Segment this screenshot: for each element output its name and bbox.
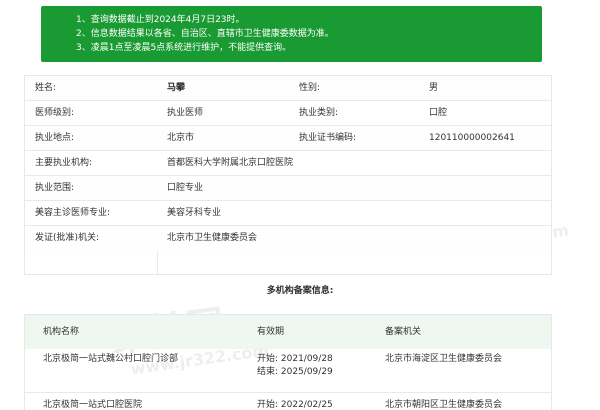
name-value: 马攀 [167,83,186,93]
institution-value: 首都医科大学附属北京口腔医院 [167,158,294,168]
profile-row: 美容主诊医师专业: 美容牙科专业 [25,201,551,226]
profile-row: 姓名: 马攀 性别: 男 [25,76,551,101]
header-validity: 有效期 [257,327,285,337]
gender-label: 性别: [299,83,321,93]
institution-name: 北京极简一站式口腔医院 [43,400,143,410]
issuer-label: 发证(批准)机关: [35,233,100,243]
notice-banner: 1、查询数据截止到2024年4月7日23时。 2、信息数据结果以各省、自治区、直… [41,6,542,62]
location-label: 执业地点: [35,133,75,143]
institution-name: 北京极简一站式魏公村口腔门诊部 [43,354,179,364]
profile-row: 医师级别: 执业医师 执业类别: 口腔 [25,101,551,126]
level-value: 执业医师 [167,108,204,118]
scope-value: 口腔专业 [167,183,204,193]
cosmetic-specialty-label: 美容主诊医师专业: [35,208,111,218]
issuer-value: 北京市卫生健康委员会 [167,233,258,243]
name-label: 姓名: [35,83,57,93]
profile-row: 执业地点: 北京市 执业证书编码: 120110000002641 [25,126,551,151]
validity-start: 开始: 2022/02/25 [257,400,333,410]
table-row: 北京极简一站式口腔医院 开始: 2022/02/25 北京市朝阳区卫生健康委员会 [25,393,551,410]
location-value: 北京市 [167,133,195,143]
profile-row: 发证(批准)机关: 北京市卫生健康委员会 [25,226,551,251]
cosmetic-specialty-value: 美容牙科专业 [167,208,222,218]
notice-line-3: 3、凌晨1点至凌晨5点系统进行维护，不能提供查询。 [76,43,292,53]
institution-label: 主要执业机构: [35,158,93,168]
license-label: 执业证书编码: [299,133,357,143]
profile-row: 主要执业机构: 首都医科大学附属北京口腔医院 [25,151,551,176]
multi-institution-title: 多机构备案信息: [266,286,334,296]
header-agency: 备案机关 [385,327,422,337]
multi-institution-table: 机构名称 有效期 备案机关 北京极简一站式魏公村口腔门诊部 开始: 2021/0… [24,314,552,410]
scope-label: 执业范围: [35,183,75,193]
level-label: 医师级别: [35,108,75,118]
category-value: 口腔 [429,108,448,118]
profile-row: 执业范围: 口腔专业 [25,176,551,201]
license-value: 120110000002641 [429,133,515,143]
header-institution: 机构名称 [43,327,80,337]
table-row: 北京极简一站式魏公村口腔门诊部 开始: 2021/09/28 结束: 2025/… [25,349,551,393]
notice-line-2: 2、信息数据结果以各省、自治区、直辖市卫生健康委数据为准。 [76,29,334,39]
doctor-profile-table: 姓名: 马攀 性别: 男 医师级别: 执业医师 执业类别: 口腔 执业地点: 北… [24,75,552,275]
notice-line-1: 1、查询数据截止到2024年4月7日23时。 [76,15,245,25]
gender-value: 男 [429,83,439,93]
table-header: 机构名称 有效期 备案机关 [25,315,551,349]
filing-agency: 北京市朝阳区卫生健康委员会 [385,400,503,410]
category-label: 执业类别: [299,108,339,118]
validity-end: 结束: 2025/09/29 [257,367,333,377]
filing-agency: 北京市海淀区卫生健康委员会 [385,354,503,364]
